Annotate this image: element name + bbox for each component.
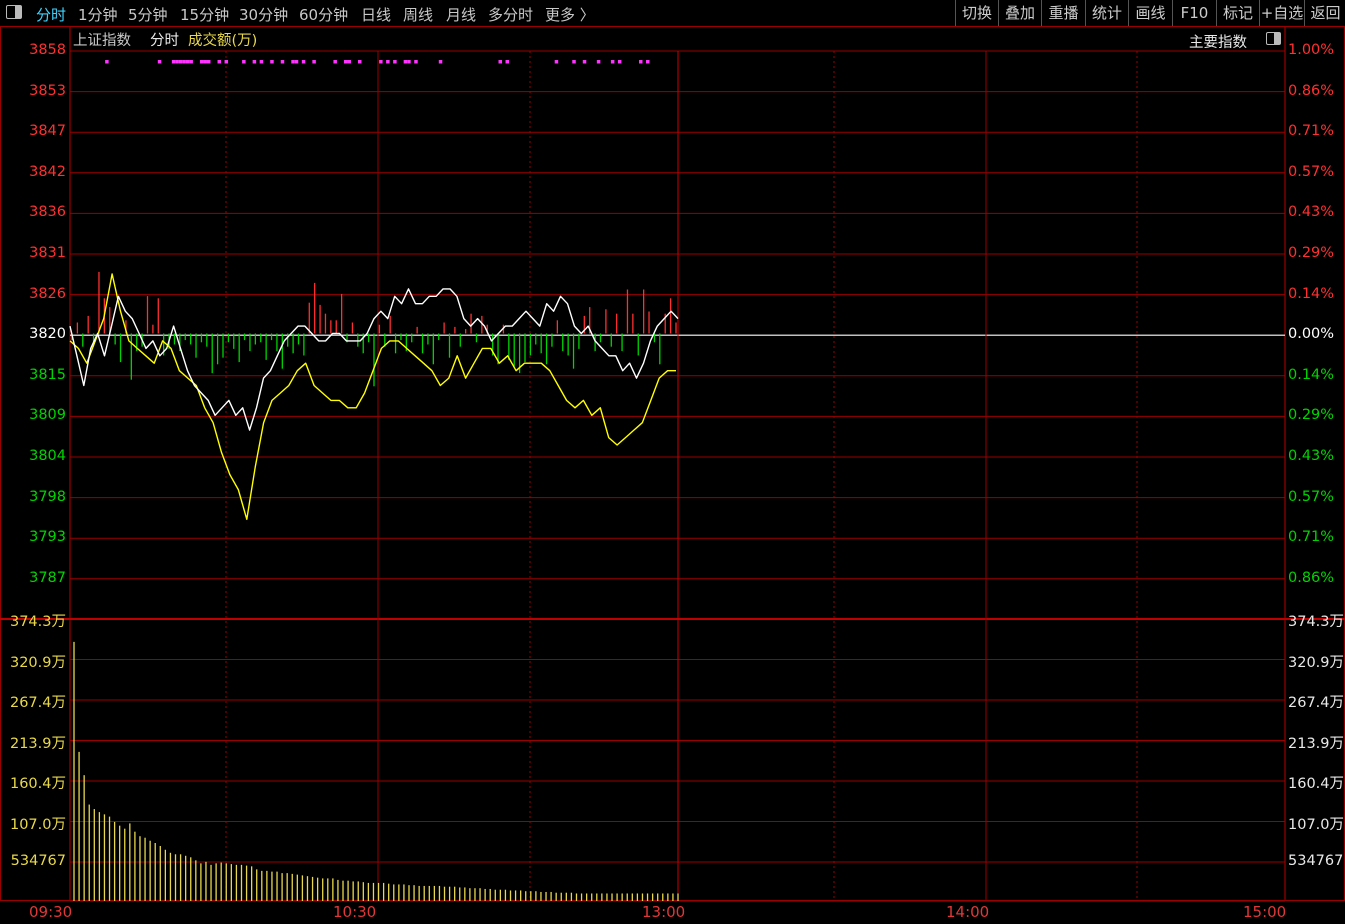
price-tick-label: 3787 [29, 569, 66, 586]
time-tick-label: 15:00 [1243, 903, 1287, 921]
price-tick-label: 3820 [29, 326, 66, 343]
percent-tick-label: 0.86% [1288, 569, 1335, 586]
time-tick-label: 09:30 [29, 903, 73, 921]
signal-marker [224, 60, 229, 64]
price-tick-label: 3853 [29, 82, 66, 99]
percent-tick-label: 0.57% [1288, 163, 1335, 180]
percent-tick-label: 0.00% [1288, 326, 1335, 343]
percent-tick-label: 0.29% [1288, 245, 1335, 261]
signal-marker [407, 60, 411, 64]
signal-marker [379, 60, 383, 64]
price-tick-label: 3836 [29, 204, 66, 221]
signal-marker [105, 60, 109, 64]
signal-marker [333, 60, 337, 64]
percent-tick-label: 0.71% [1288, 529, 1335, 546]
avg-price-line [69, 273, 676, 520]
signal-marker [185, 60, 190, 64]
volume-tick-label: 160.4万 [9, 776, 66, 792]
volume-tick-label: 534767 [1288, 853, 1344, 869]
main-index-label[interactable]: 主要指数 [1189, 31, 1247, 52]
signal-marker [617, 60, 622, 64]
signal-marker [596, 60, 601, 64]
signal-marker [347, 60, 351, 64]
price-tick-label: 3847 [29, 123, 66, 140]
signal-marker [157, 60, 162, 64]
price-tick-label: 3798 [29, 488, 66, 505]
volume-tick-label: 320.9万 [9, 654, 66, 671]
price-tick-label: 3826 [29, 285, 66, 302]
signal-marker [259, 60, 264, 64]
percent-tick-label: 0.71% [1288, 123, 1335, 140]
percent-tick-label: 0.57% [1288, 488, 1335, 505]
volume-tick-label: 213.9万 [9, 735, 66, 752]
signal-marker [403, 60, 408, 64]
chart-frame [0, 26, 1345, 901]
percent-tick-label: 0.43% [1288, 448, 1335, 464]
volume-tick-label: 107.0万 [1288, 816, 1345, 833]
volume-tick-label: 267.4万 [1288, 695, 1345, 711]
percent-tick-label: 0.43% [1288, 204, 1335, 221]
signal-marker [438, 60, 443, 64]
volume-tick-label: 374.3万 [9, 614, 66, 630]
volume-tick-label: 107.0万 [9, 816, 66, 833]
percent-tick-label: 0.14% [1288, 285, 1335, 302]
signal-marker [189, 60, 193, 64]
price-tick-label: 3809 [29, 407, 66, 424]
signal-marker [182, 60, 186, 64]
indicator-label: 成交额(万) [188, 33, 258, 49]
price-tick-label: 3793 [29, 529, 66, 546]
signal-marker [294, 60, 299, 64]
price-tick-label: 3858 [29, 42, 66, 58]
signal-marker [312, 60, 316, 64]
volume-tick-label: 213.9万 [1288, 735, 1345, 752]
percent-tick-label: 0.29% [1288, 407, 1335, 424]
signal-marker [291, 60, 295, 64]
signal-marker [582, 60, 587, 64]
signal-marker [554, 60, 559, 64]
percent-tick-label: 0.14% [1288, 366, 1335, 383]
signal-marker [638, 60, 643, 64]
panel-toggle-icon-right[interactable] [1266, 32, 1281, 45]
signal-marker [206, 60, 211, 64]
signal-marker [171, 60, 176, 64]
signal-marker [498, 60, 503, 64]
signal-marker [505, 60, 510, 64]
signal-marker [358, 60, 362, 64]
volume-tick-label: 374.3万 [1288, 614, 1345, 630]
signal-marker [270, 60, 274, 64]
signal-marker [610, 60, 615, 64]
signal-marker [203, 60, 207, 64]
volume-tick-label: 320.9万 [1288, 654, 1345, 671]
signal-marker [393, 60, 397, 64]
signal-marker [280, 60, 285, 64]
signal-marker [252, 60, 257, 64]
signal-marker [386, 60, 390, 64]
time-tick-label: 10:30 [333, 903, 377, 921]
time-tick-label: 13:00 [642, 903, 686, 921]
signal-marker [343, 60, 348, 64]
signal-marker [414, 60, 418, 64]
index-name: 上证指数 [73, 33, 131, 49]
volume-tick-label: 267.4万 [9, 695, 66, 711]
signal-marker [175, 60, 179, 64]
signal-marker [242, 60, 246, 64]
signal-marker [572, 60, 576, 64]
time-tick-label: 14:00 [946, 903, 990, 921]
price-tick-label: 3804 [29, 448, 66, 464]
signal-marker [178, 60, 183, 64]
signal-marker [199, 60, 204, 64]
price-tick-label: 3842 [29, 163, 66, 180]
volume-tick-label: 160.4万 [1288, 776, 1345, 792]
percent-tick-label: 0.86% [1288, 82, 1335, 99]
volume-tick-label: 534767 [10, 853, 66, 869]
chart-mode: 分时 [150, 33, 179, 49]
signal-marker [217, 60, 222, 64]
price-tick-label: 3831 [29, 245, 66, 261]
signal-marker [301, 60, 306, 64]
price-tick-label: 3815 [29, 366, 66, 383]
percent-tick-label: 1.00% [1288, 42, 1335, 58]
signal-marker [646, 60, 650, 64]
intraday-chart[interactable] [0, 0, 1345, 924]
